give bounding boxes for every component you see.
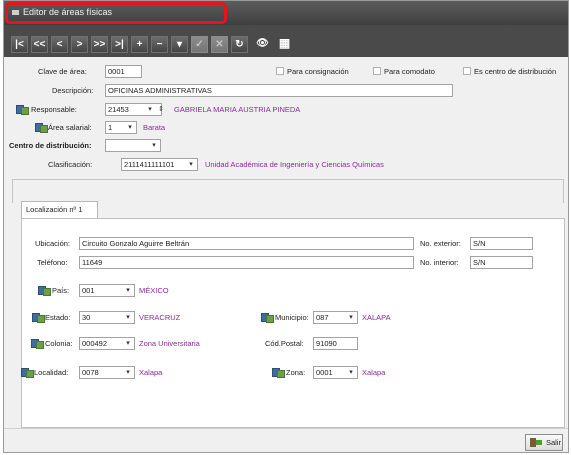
add-record-button[interactable]: + xyxy=(131,36,148,53)
centro-label: Centro de distribución: xyxy=(9,141,92,150)
zona-label: Zona: xyxy=(286,368,306,377)
pais-label: País: xyxy=(52,286,70,295)
exit-door-icon xyxy=(530,438,542,447)
clasificacion-name: Unidad Académica de Ingeniería y Ciencia… xyxy=(205,160,384,169)
chevron-down-icon[interactable]: ▾ xyxy=(122,367,134,378)
telefono-field[interactable]: 11649 xyxy=(79,256,414,269)
telefono-label: Teléfono: xyxy=(37,258,68,267)
no-exterior-label: No. exterior: xyxy=(420,239,461,248)
clasificacion-label: Clasificación: xyxy=(48,160,93,169)
pais-name: MÉXICO xyxy=(139,286,169,295)
stepper-icon[interactable]: ⇕ xyxy=(155,104,167,115)
area-salarial-name: Barata xyxy=(143,123,166,132)
centro-distribucion-checkbox[interactable] xyxy=(463,67,471,75)
binoculars-icon[interactable]: 👁 xyxy=(254,36,271,53)
area-salarial-label: Área salarial: xyxy=(48,123,92,132)
chevron-down-icon[interactable]: ▾ xyxy=(122,285,134,296)
chevron-down-icon[interactable]: ▾ xyxy=(185,159,197,170)
toolbar: |< << < > >> >| + − ▾ ✓ ✕ ↻ 👁 ▦ xyxy=(4,25,568,57)
localidad-name: Xalapa xyxy=(139,368,163,377)
colonia-name: Zona Universitaria xyxy=(139,339,200,348)
footer-divider xyxy=(4,428,568,429)
next-record-button[interactable]: > xyxy=(71,36,88,53)
descripcion-field[interactable]: OFICINAS ADMINISTRATIVAS xyxy=(105,84,453,97)
edit-record-button[interactable]: ▾ xyxy=(171,36,188,53)
refresh-button[interactable]: ↻ xyxy=(231,36,248,53)
chevron-down-icon[interactable]: ▾ xyxy=(345,312,357,323)
zona-name: Xalapa xyxy=(362,368,386,377)
localidad-label: Localidad: xyxy=(34,368,69,377)
lookup-icon[interactable] xyxy=(31,338,44,349)
para-consignacion-checkbox[interactable] xyxy=(276,67,284,75)
next-page-button[interactable]: >> xyxy=(91,36,108,53)
title-bar[interactable]: Editor de áreas físicas xyxy=(4,1,568,25)
municipio-label: Municipio: xyxy=(275,313,309,322)
colonia-label: Colonia: xyxy=(45,339,73,348)
lookup-icon[interactable] xyxy=(35,122,48,133)
first-record-button[interactable]: |< xyxy=(11,36,28,53)
form-divider xyxy=(12,179,564,203)
lookup-icon[interactable] xyxy=(272,367,285,378)
cancel-button[interactable]: ✕ xyxy=(211,36,228,53)
cod-postal-field[interactable]: 91090 xyxy=(313,337,358,350)
ubicacion-label: Ubicación: xyxy=(35,239,71,248)
remove-record-button[interactable]: − xyxy=(151,36,168,53)
chevron-down-icon[interactable]: ▾ xyxy=(122,312,134,323)
previous-record-button[interactable]: < xyxy=(51,36,68,53)
chevron-down-icon[interactable]: ▾ xyxy=(345,367,357,378)
para-consignacion-label: Para consignación xyxy=(287,67,349,76)
ubicacion-field[interactable]: Circuito Gonzalo Aguirre Beltrán xyxy=(79,237,414,250)
no-exterior-field[interactable]: S/N xyxy=(470,237,533,250)
lookup-icon[interactable] xyxy=(21,367,34,378)
centro-distribucion-checkbox-label: Es centro de distribución xyxy=(474,67,557,76)
last-record-button[interactable]: >| xyxy=(111,36,128,53)
editor-window: Editor de áreas físicas |< << < > >> >| … xyxy=(3,0,569,453)
chevron-down-icon[interactable]: ▾ xyxy=(148,140,160,151)
save-button[interactable]: ✓ xyxy=(191,36,208,53)
estado-name: VERACRUZ xyxy=(139,313,181,322)
title-highlight-box xyxy=(5,2,227,24)
grid-view-icon[interactable]: ▦ xyxy=(276,36,293,53)
estado-label: Estado: xyxy=(45,313,71,322)
lookup-icon[interactable] xyxy=(261,312,274,323)
para-comodato-checkbox[interactable] xyxy=(373,67,381,75)
no-interior-label: No. interior: xyxy=(420,258,459,267)
responsable-label: Responsable: xyxy=(31,105,77,114)
lookup-icon[interactable] xyxy=(38,285,51,296)
tab-localizacion-1[interactable]: Localización nº 1 xyxy=(21,201,98,219)
lookup-icon[interactable] xyxy=(32,312,45,323)
previous-page-button[interactable]: << xyxy=(31,36,48,53)
descripcion-label: Descripción: xyxy=(52,86,94,95)
clave-label: Clave de área: xyxy=(38,67,87,76)
responsable-name: GABRIELA MARIA AUSTRIA PINEDA xyxy=(174,105,301,114)
municipio-name: XALAPA xyxy=(362,313,391,322)
chevron-down-icon[interactable]: ▾ xyxy=(124,122,136,133)
para-comodato-label: Para comodato xyxy=(384,67,435,76)
cod-postal-label: Cód.Postal: xyxy=(265,339,304,348)
salir-label: Salir xyxy=(546,438,562,447)
salir-button[interactable]: Salir xyxy=(525,434,563,451)
clave-field[interactable]: 0001 xyxy=(105,65,142,78)
no-interior-field[interactable]: S/N xyxy=(470,256,533,269)
chevron-down-icon[interactable]: ▾ xyxy=(122,338,134,349)
lookup-icon[interactable] xyxy=(16,104,29,115)
